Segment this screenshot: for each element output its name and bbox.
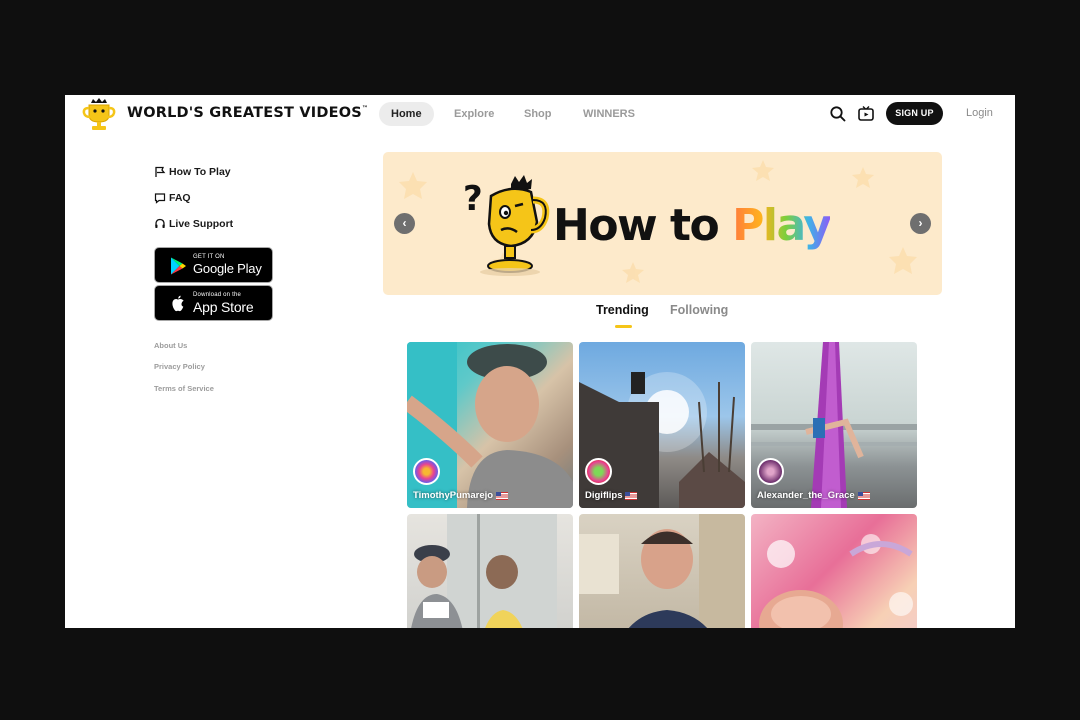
video-thumbnail	[411, 514, 557, 628]
top-header: WORLD'S GREATEST VIDEOS™ Home Explore Sh…	[65, 95, 1015, 133]
banner-next-button[interactable]: ›	[910, 213, 931, 234]
video-card[interactable]	[751, 514, 917, 628]
sidebar-live-support[interactable]: Live Support	[154, 218, 233, 230]
search-icon[interactable]	[829, 105, 847, 123]
how-to-play-banner[interactable]: ? How to Play	[383, 152, 942, 295]
flag-icon	[155, 166, 166, 177]
nav-explore[interactable]: Explore	[442, 102, 506, 126]
video-card[interactable]: TimothyPumarejo	[407, 342, 573, 508]
chevron-right-icon: ›	[918, 216, 923, 230]
store-big-label: Google Play	[193, 261, 262, 276]
svg-text:?: ?	[463, 179, 483, 219]
privacy-policy-link[interactable]: Privacy Policy	[154, 362, 205, 371]
app-store-badge[interactable]: Download on the App Store	[154, 285, 273, 321]
google-play-icon	[171, 257, 186, 275]
creator-avatar[interactable]	[757, 458, 784, 485]
video-card[interactable]: Digiflips	[579, 342, 745, 508]
app-screen: WORLD'S GREATEST VIDEOS™ Home Explore Sh…	[65, 95, 1015, 628]
store-small-label: Download on the	[193, 292, 242, 298]
video-card[interactable]	[579, 514, 745, 628]
nav-home[interactable]: Home	[379, 102, 434, 126]
nav-winners[interactable]: WINNERS	[571, 102, 647, 126]
sidebar-link-label: Live Support	[169, 218, 234, 230]
tab-trending[interactable]: Trending	[596, 303, 649, 317]
nav-shop[interactable]: Shop	[512, 102, 564, 126]
trophy-logo-icon[interactable]	[81, 97, 117, 131]
terms-of-service-link[interactable]: Terms of Service	[154, 384, 214, 393]
sidebar-faq[interactable]: FAQ	[154, 192, 191, 204]
banner-title-part1: How to	[553, 200, 733, 251]
creator-avatar[interactable]	[413, 458, 440, 485]
sidebar-link-label: How To Play	[169, 166, 231, 178]
video-thumbnail	[759, 534, 913, 628]
tv-icon[interactable]	[857, 105, 875, 123]
google-play-badge[interactable]: GET IT ON Google Play	[154, 247, 273, 283]
about-us-link[interactable]: About Us	[154, 341, 187, 350]
us-flag-icon	[496, 491, 509, 500]
active-tab-indicator	[615, 325, 632, 328]
banner-title-play: Play	[732, 200, 832, 251]
store-big-label: App Store	[193, 299, 254, 315]
creator-name[interactable]: Digiflips	[585, 490, 638, 501]
creator-name[interactable]: TimothyPumarejo	[413, 490, 509, 501]
creator-avatar[interactable]	[585, 458, 612, 485]
chevron-left-icon: ‹	[402, 216, 407, 230]
tab-following[interactable]: Following	[670, 303, 728, 317]
creator-name[interactable]: Alexander_the_Grace	[757, 490, 870, 501]
sidebar-link-label: FAQ	[169, 192, 191, 204]
headset-icon	[155, 218, 165, 228]
trophy-mascot-illustration: ?	[463, 175, 550, 276]
apple-icon	[172, 295, 184, 312]
video-card[interactable]: Alexander_the_Grace	[751, 342, 917, 508]
sidebar-how-to-play[interactable]: How To Play	[154, 166, 231, 178]
brand-name[interactable]: WORLD'S GREATEST VIDEOS™	[127, 105, 368, 121]
us-flag-icon	[625, 491, 638, 500]
us-flag-icon	[857, 491, 870, 500]
store-small-label: GET IT ON	[193, 254, 225, 260]
banner-prev-button[interactable]: ‹	[394, 213, 415, 234]
sign-up-button[interactable]: SIGN UP	[886, 102, 943, 125]
banner-title: How to Play	[553, 200, 832, 251]
login-link[interactable]: Login	[966, 107, 993, 119]
video-card[interactable]	[407, 514, 573, 628]
chat-icon	[154, 193, 166, 204]
video-thumbnail	[579, 514, 745, 628]
